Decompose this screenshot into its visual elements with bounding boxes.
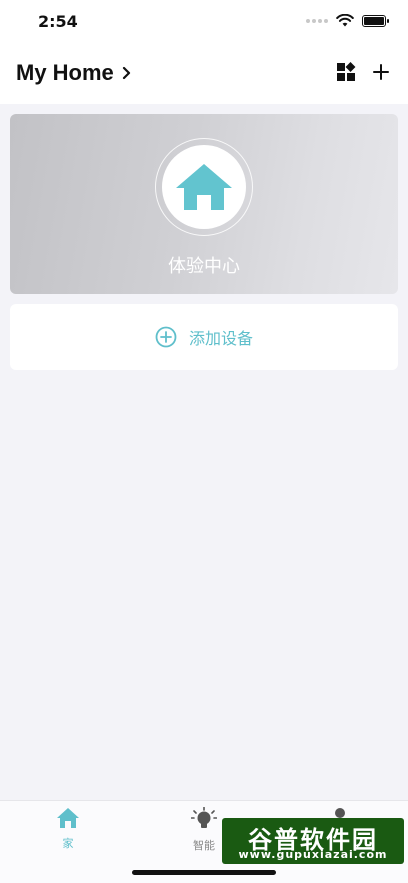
watermark-logo: 谷普软件园 www.gupuxiazai.com bbox=[222, 818, 404, 864]
add-device-button[interactable]: 添加设备 bbox=[10, 304, 398, 370]
page-title: My Home bbox=[16, 60, 114, 85]
home-icon bbox=[176, 164, 232, 210]
status-time: 2:54 bbox=[38, 12, 78, 31]
wifi-icon bbox=[336, 14, 354, 27]
add-icon[interactable] bbox=[372, 63, 390, 81]
header: My Home bbox=[0, 44, 408, 104]
tab-home[interactable]: 家 bbox=[23, 807, 113, 851]
status-icons bbox=[306, 14, 389, 27]
experience-center-card[interactable]: 体验中心 bbox=[10, 114, 398, 294]
home-avatar bbox=[162, 145, 246, 229]
grid-icon[interactable] bbox=[336, 62, 356, 82]
home-icon bbox=[57, 808, 79, 828]
chevron-right-icon bbox=[122, 66, 130, 80]
lightbulb-icon bbox=[190, 806, 218, 828]
home-indicator bbox=[132, 870, 276, 875]
add-device-label: 添加设备 bbox=[188, 329, 253, 348]
battery-icon bbox=[362, 14, 389, 27]
status-bar: 2:54 bbox=[0, 0, 408, 44]
home-selector[interactable]: My Home bbox=[16, 60, 132, 86]
experience-center-label: 体验中心 bbox=[168, 256, 240, 277]
signal-dots-icon bbox=[306, 18, 328, 23]
header-actions bbox=[336, 62, 390, 82]
tab-home-label: 家 bbox=[62, 837, 74, 850]
plus-circle-icon bbox=[155, 326, 177, 348]
watermark-url: www.gupuxiazai.com bbox=[238, 848, 388, 861]
